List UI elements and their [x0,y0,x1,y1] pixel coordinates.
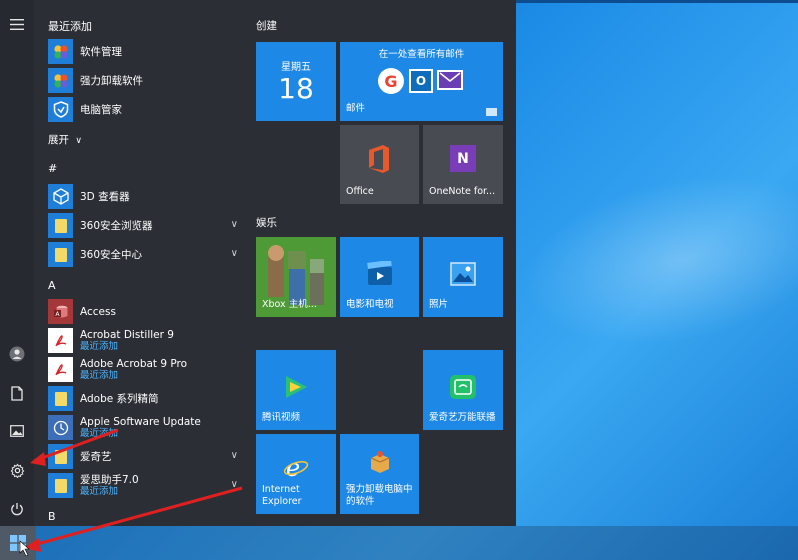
arrow-to-settings [33,428,119,463]
mouse-cursor-icon [19,540,30,557]
arrow-to-start [29,486,243,548]
arrow-head-start [24,538,41,552]
arrow-head-settings [30,452,46,466]
annotation-arrows [19,428,243,557]
